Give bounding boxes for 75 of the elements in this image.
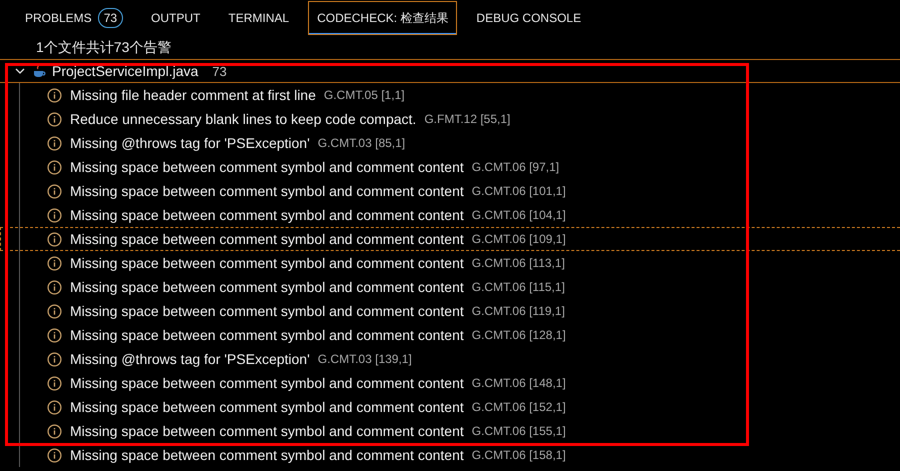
file-row[interactable]: ProjectServiceImpl.java 73 (0, 59, 900, 83)
panel-tab[interactable]: TERMINAL (219, 1, 298, 35)
info-icon (47, 112, 62, 126)
problem-count: 73 (98, 8, 124, 28)
rule-location: G.CMT.06 [155,1] (472, 424, 566, 438)
rule-location: G.CMT.06 [115,1] (472, 280, 565, 294)
warning-row[interactable]: Missing space between comment symbol and comment content G.CMT.06 [152,1] (0, 395, 900, 419)
info-icon (47, 160, 62, 174)
rule-location: G.CMT.06 [119,1] (472, 304, 565, 318)
warning-message: Missing space between comment symbol and comment content (70, 303, 464, 319)
warning-row[interactable]: Missing @throws tag for 'PSException' G.CMT.03 [139,1] (0, 347, 900, 371)
rule-location: G.CMT.03 [139,1] (318, 352, 412, 366)
warning-message: Missing space between comment symbol and comment content (70, 327, 464, 343)
warning-row[interactable]: Missing space between comment symbol and comment content G.CMT.06 [115,1] (0, 275, 900, 299)
info-icon (47, 88, 62, 102)
panel-tab[interactable]: PROBLEMS 73 (16, 1, 132, 35)
warning-row[interactable]: Missing @throws tag for 'PSException' G.CMT.03 [85,1] (0, 131, 900, 155)
rule-location: G.CMT.06 [101,1] (472, 184, 566, 198)
rule-location: G.CMT.06 [97,1] (472, 160, 560, 174)
warning-message: Missing space between comment symbol and comment content (70, 255, 464, 271)
warning-row[interactable]: Missing space between comment symbol and comment content G.CMT.06 [104,1] (0, 203, 900, 227)
panel-tab[interactable]: OUTPUT (142, 1, 210, 35)
warning-row[interactable]: Missing space between comment symbol and comment content G.CMT.06 [101,1] (0, 179, 900, 203)
rule-location: G.CMT.03 [85,1] (318, 136, 406, 150)
info-icon (47, 280, 62, 294)
warning-count: 73 (212, 64, 227, 78)
rule-location: G.CMT.06 [109,1] (472, 232, 566, 246)
warning-message: Reduce unnecessary blank lines to keep code compact. (70, 111, 416, 127)
rule-location: G.CMT.06 [152,1] (472, 400, 566, 414)
warning-message: Missing space between comment symbol and comment content (70, 375, 464, 391)
rule-location: G.CMT.06 [128,1] (472, 328, 566, 342)
warning-message: Missing space between comment symbol and comment content (70, 399, 464, 415)
summary-text: 1个文件共计73个告警 (35, 38, 172, 57)
info-icon (47, 232, 62, 246)
warning-row[interactable]: Reduce unnecessary blank lines to keep code compact. G.FMT.12 [55,1] (0, 107, 900, 131)
warning-message: Missing space between comment symbol and comment content (70, 183, 464, 199)
rule-location: G.CMT.06 [104,1] (472, 208, 566, 222)
info-icon (47, 304, 62, 318)
info-icon (47, 136, 62, 150)
warning-row[interactable]: Missing file header comment at first line G.CMT.05 [1,1] (0, 83, 900, 107)
info-icon (47, 184, 62, 198)
rule-location: G.CMT.06 [158,1] (472, 448, 566, 462)
warning-row[interactable]: Missing space between comment symbol and comment content G.CMT.06 [97,1] (0, 155, 900, 179)
rule-location: G.CMT.05 [1,1] (324, 88, 405, 102)
info-icon (47, 376, 62, 390)
warning-message: Missing space between comment symbol and comment content (70, 279, 464, 295)
warning-row[interactable]: Missing space between comment symbol and comment content G.CMT.06 [155,1] (0, 419, 900, 443)
info-icon (47, 448, 62, 462)
info-icon (47, 400, 62, 414)
info-icon (47, 256, 62, 270)
panel-tab[interactable]: CODECHECK: 检查结果 (308, 1, 458, 35)
warning-row[interactable]: Missing space between comment symbol and comment content G.CMT.06 [113,1] (0, 251, 900, 275)
rule-location: G.CMT.06 [148,1] (472, 376, 566, 390)
warning-message: Missing @throws tag for 'PSException' (70, 351, 310, 367)
warning-row[interactable]: Missing space between comment symbol and comment content G.CMT.06 [158,1] (0, 443, 900, 467)
warning-row[interactable]: Missing space between comment symbol and comment content G.CMT.06 [148,1] (0, 371, 900, 395)
warning-row[interactable]: Missing space between comment symbol and comment content G.CMT.06 [109,1] (0, 227, 900, 251)
warning-message: Missing @throws tag for 'PSException' (70, 135, 310, 151)
warning-message: Missing space between comment symbol and comment content (70, 447, 464, 463)
warning-row[interactable]: Missing space between comment symbol and comment content G.CMT.06 [119,1] (0, 299, 900, 323)
info-icon (47, 328, 62, 342)
warning-row[interactable]: Missing space between comment symbol and comment content G.CMT.06 [128,1] (0, 323, 900, 347)
info-icon (47, 208, 62, 222)
file-name: ProjectServiceImpl.java (52, 63, 198, 79)
info-icon (47, 352, 62, 366)
warning-message: Missing space between comment symbol and comment content (70, 207, 464, 223)
panel-tab[interactable]: DEBUG CONSOLE (467, 1, 590, 35)
warning-message: Missing file header comment at first line (70, 87, 316, 103)
rule-location: G.FMT.12 [55,1] (424, 112, 510, 126)
info-icon (47, 424, 62, 438)
rule-location: G.CMT.06 [113,1] (472, 256, 565, 270)
coffee-cup-icon (32, 63, 46, 79)
warning-message: Missing space between comment symbol and comment content (70, 159, 464, 175)
warning-message: Missing space between comment symbol and comment content (70, 231, 464, 247)
warning-message: Missing space between comment symbol and comment content (70, 423, 464, 439)
